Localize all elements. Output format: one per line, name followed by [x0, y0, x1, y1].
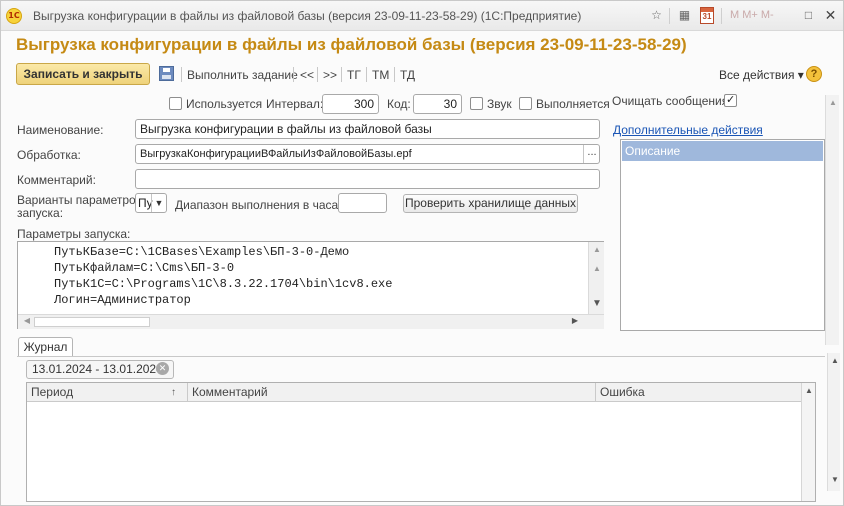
tab-journal[interactable]: Журнал [18, 337, 73, 357]
close-icon[interactable]: ✕ [156, 362, 169, 375]
processing-label: Обработка: [17, 148, 81, 162]
title-bar: 1C Выгрузка конфигурации в файлы из файл… [1, 1, 843, 31]
used-checkbox[interactable] [169, 97, 182, 110]
tm-button[interactable]: ТМ [372, 68, 389, 82]
memory-buttons[interactable]: M M+ M- [730, 9, 774, 21]
params-textarea[interactable]: ПутьКБазе=C:\1CBases\Examples\БП-3-0-Дем… [17, 241, 604, 329]
sound-checkbox[interactable] [470, 97, 483, 110]
extra-actions-list[interactable]: Описание [620, 139, 825, 331]
chevron-down-icon[interactable]: ▼ [151, 194, 166, 212]
interval-input[interactable]: 300 [322, 94, 379, 114]
params-line: ПутьКБазе=C:\1CBases\Examples\БП-3-0-Дем… [54, 245, 350, 259]
params-text: ПутьКБазе=C:\1CBases\Examples\БП-3-0-Дем… [54, 244, 392, 308]
name-label: Наименование: [17, 123, 104, 137]
scroll-down-icon[interactable]: ▼ [590, 298, 604, 309]
scroll-up-icon[interactable]: ▲ [826, 98, 840, 107]
calendar-icon[interactable]: 31 [700, 7, 714, 24]
scroll-up-icon[interactable]: ▲ [828, 356, 842, 365]
save-and-close-button[interactable]: Записать и закрыть [16, 63, 150, 85]
toolbar-divider [317, 67, 318, 82]
comment-input[interactable] [135, 169, 600, 189]
check-storage-button[interactable]: Проверить хранилище данных [403, 194, 578, 213]
journal-table[interactable]: Период ↑ Комментарий Ошибка ▲ [26, 382, 816, 502]
table-header: Период ↑ Комментарий Ошибка [27, 383, 815, 402]
scroll-up-small-icon[interactable]: ▲ [590, 264, 604, 273]
processing-select-button[interactable]: ... [583, 145, 600, 163]
calendar-day: 31 [702, 12, 712, 21]
clear-messages-label: Очищать сообщения: [612, 94, 732, 108]
interval-label: Интервал: [266, 97, 324, 111]
column-error[interactable]: Ошибка [596, 383, 801, 402]
save-icon[interactable] [159, 66, 174, 81]
scroll-up-icon[interactable]: ▲ [802, 386, 816, 395]
range-input[interactable] [338, 193, 387, 213]
params-line: Логин=Администратор [54, 293, 191, 307]
scroll-down-icon[interactable]: ▼ [828, 475, 842, 484]
clear-messages-checkbox[interactable] [724, 93, 737, 107]
prev-button[interactable]: << [300, 68, 314, 82]
params-label: Параметры запуска: [17, 227, 131, 241]
running-checkbox[interactable] [519, 97, 532, 110]
variants-label-line-2: запуска: [17, 206, 64, 220]
params-horizontal-scrollbar[interactable]: ◀ ▶ [18, 314, 604, 329]
range-label: Диапазон выполнения в часах: [175, 198, 348, 212]
params-line: ПутьКфайлам=C:\Cms\БП-3-0 [54, 261, 235, 275]
params-vertical-scrollbar[interactable]: ▲ ▲ ▼ [588, 242, 604, 314]
scroll-right-icon[interactable]: ▶ [568, 316, 582, 325]
toolbar-divider [366, 67, 367, 82]
params-line: ПутьК1С=C:\Programs\1C\8.3.22.1704\bin\1… [54, 277, 393, 291]
app-window: 1C Выгрузка конфигурации в файлы из файл… [0, 0, 844, 506]
all-actions-menu[interactable]: Все действия ▾ [719, 68, 804, 82]
comment-label: Комментарий: [17, 173, 96, 187]
period-filter-chip[interactable]: 13.01.2024 - 13.01.2024 [26, 360, 174, 379]
execute-task-button[interactable]: Выполнить задание [187, 68, 298, 82]
variants-label: Варианты параметров запуска: [17, 194, 142, 220]
titlebar-divider [669, 8, 670, 24]
column-comment[interactable]: Комментарий [188, 383, 596, 402]
scroll-left-icon[interactable]: ◀ [20, 316, 34, 325]
td-button[interactable]: ТД [400, 68, 415, 82]
processing-input[interactable]: ВыгрузкаКонфигурацииВФайлыИзФайловойБазы… [135, 144, 600, 164]
table-vertical-scrollbar[interactable]: ▲ [801, 383, 815, 501]
sound-label: Звук [487, 97, 512, 111]
name-input[interactable]: Выгрузка конфигурации в файлы из файлово… [135, 119, 600, 139]
toolbar-divider [293, 67, 294, 82]
running-label: Выполняется [536, 97, 610, 111]
window-vertical-scrollbar[interactable]: ▲ ▼ [827, 353, 840, 491]
next-button[interactable]: >> [323, 68, 337, 82]
form-vertical-scrollbar[interactable]: ▲ [825, 95, 839, 345]
used-label: Используется [186, 97, 263, 111]
extra-actions-link[interactable]: Дополнительные действия [613, 123, 763, 137]
code-input[interactable]: 30 [413, 94, 462, 114]
scroll-thumb[interactable] [34, 317, 150, 327]
scroll-up-icon[interactable]: ▲ [590, 245, 604, 254]
code-label: Код: [387, 97, 411, 111]
star-icon[interactable]: ☆ [649, 8, 664, 23]
page-title: Выгрузка конфигурации в файлы из файлово… [16, 35, 687, 54]
list-item-description[interactable]: Описание [622, 141, 823, 161]
window-title: Выгрузка конфигурации в файлы из файлово… [33, 9, 582, 23]
close-icon[interactable]: ✕ [823, 8, 838, 23]
toolbar-divider [394, 67, 395, 82]
variants-label-line-1: Варианты параметров [17, 193, 143, 207]
tg-button[interactable]: ТГ [347, 68, 361, 82]
titlebar-divider [721, 8, 722, 24]
sort-up-icon[interactable]: ↑ [171, 383, 176, 402]
help-icon[interactable]: ? [806, 66, 822, 82]
calculator-icon[interactable]: ▦ [677, 8, 692, 23]
toolbar-divider [181, 67, 182, 82]
column-period[interactable]: Период [27, 383, 188, 402]
1c-logo-icon: 1C [6, 8, 22, 24]
toolbar-divider [341, 67, 342, 82]
minimize-icon[interactable]: □ [801, 8, 816, 23]
